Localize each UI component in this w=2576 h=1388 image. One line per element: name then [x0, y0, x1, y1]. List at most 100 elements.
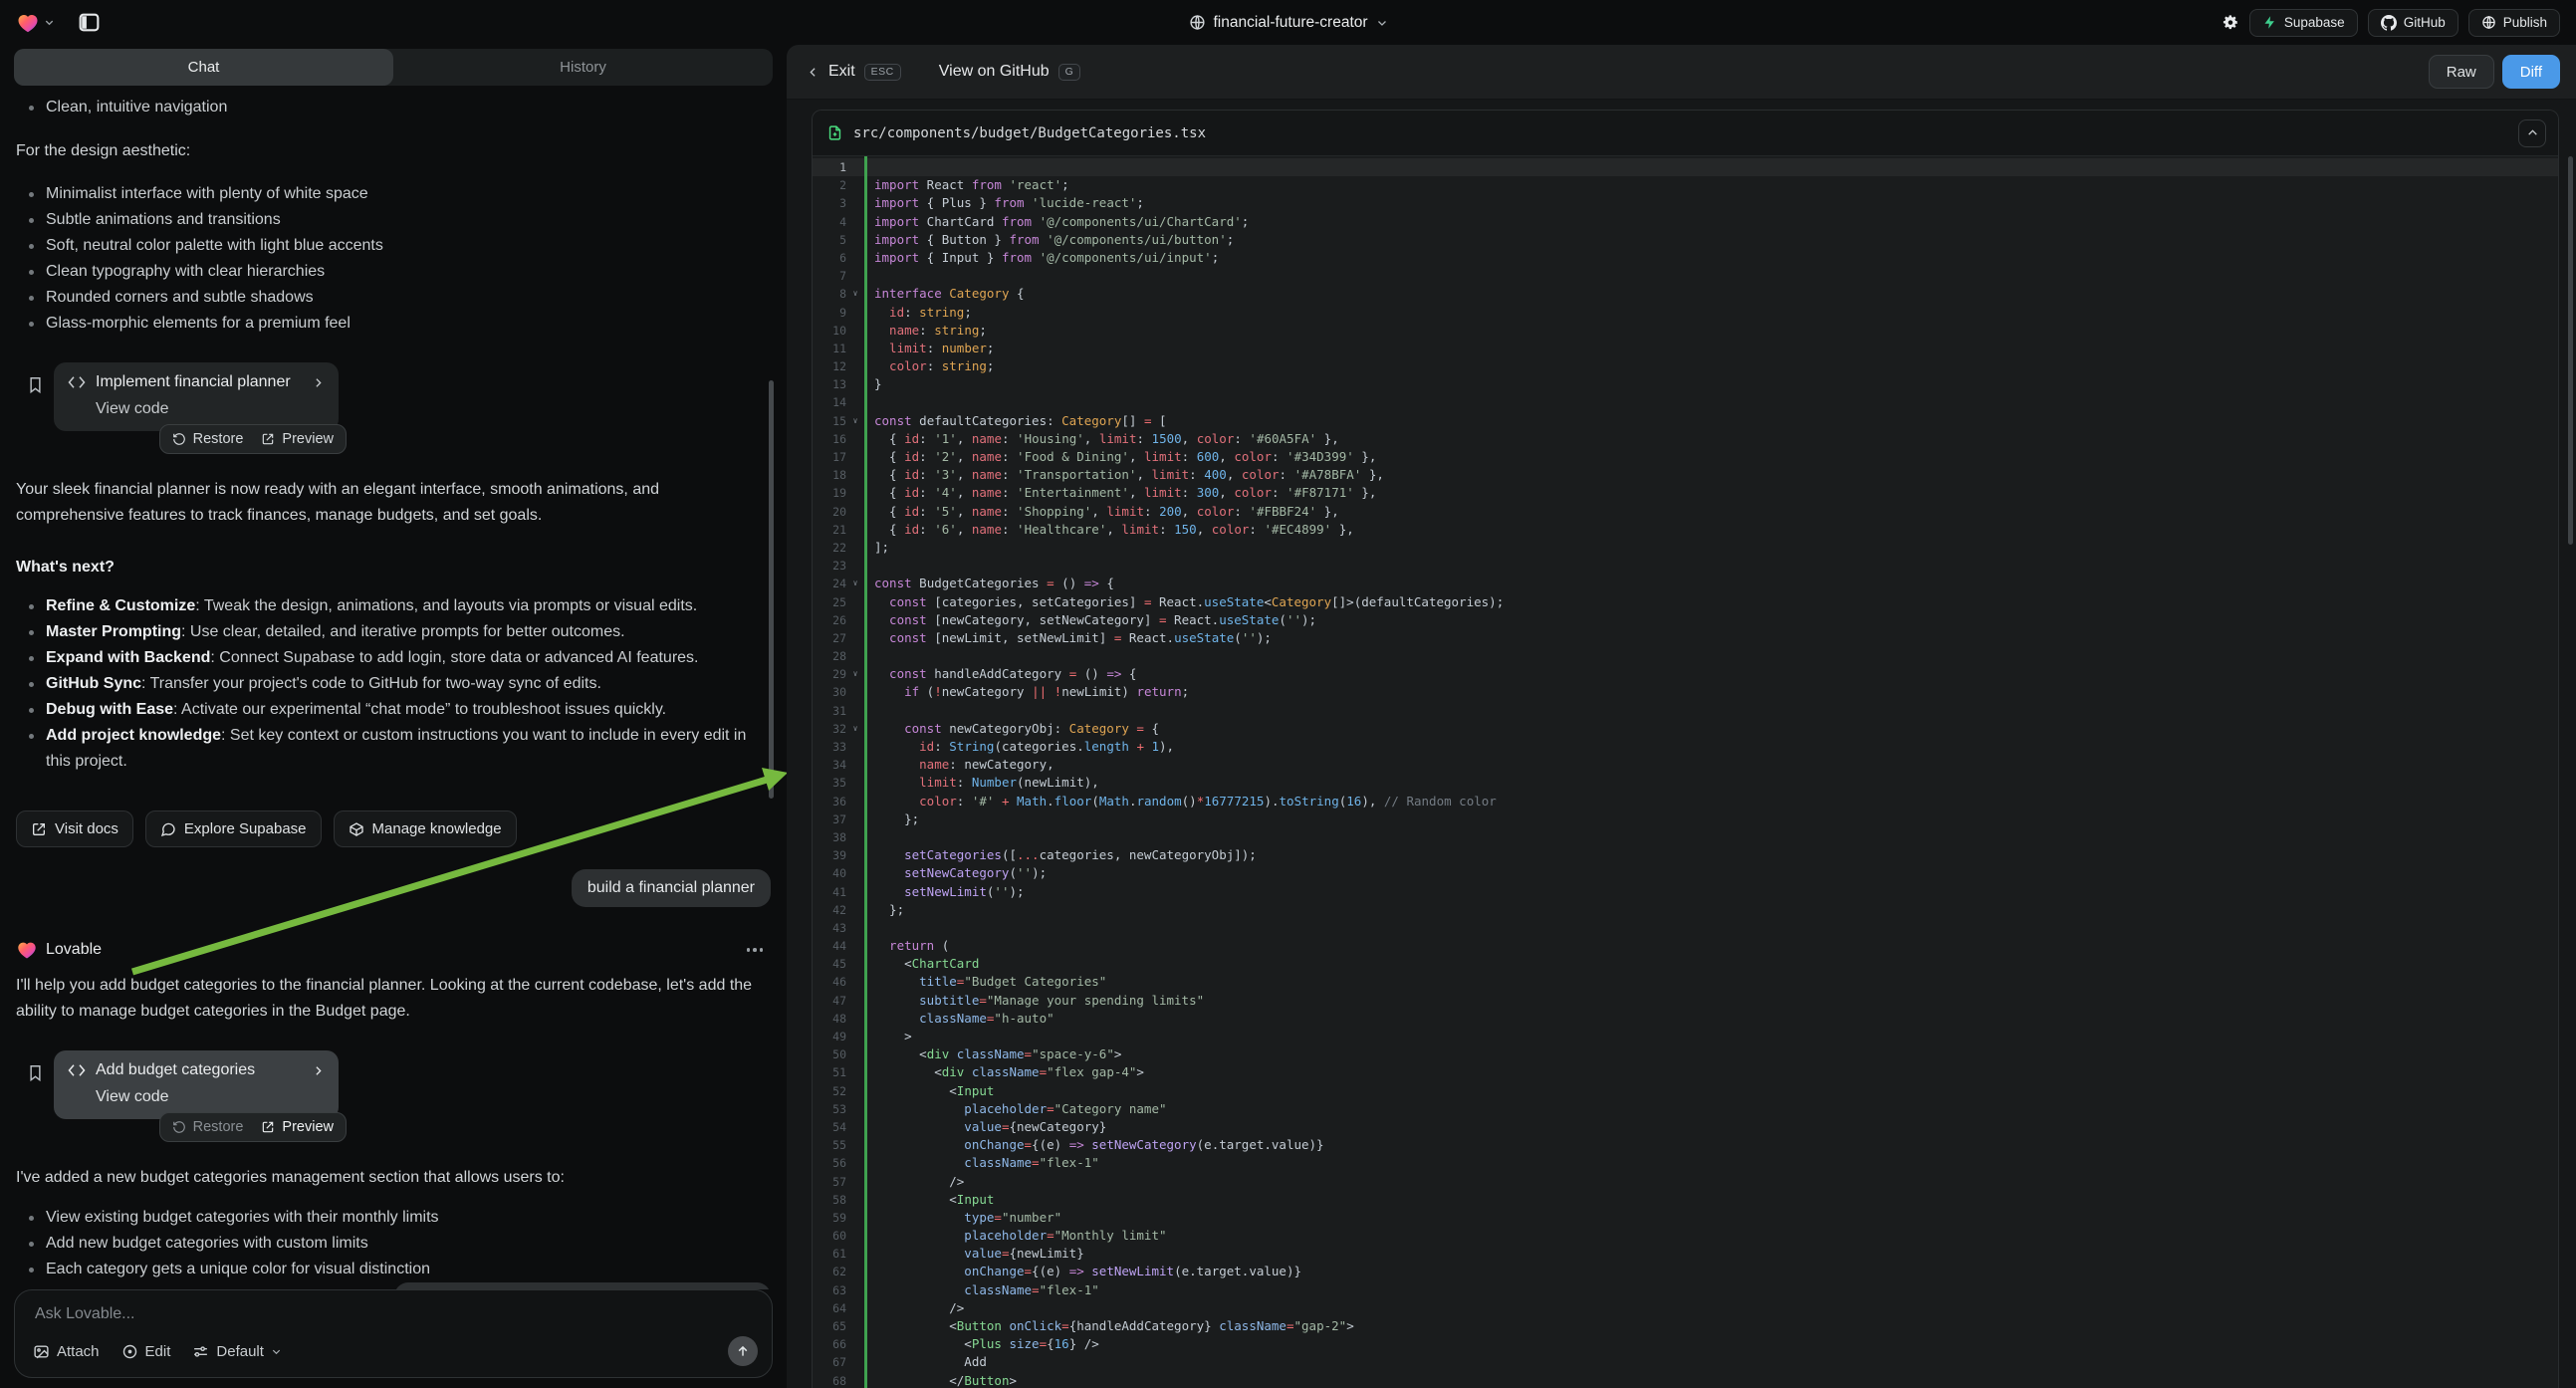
fold-spacer [846, 1227, 864, 1245]
code-text: { id: '3', name: 'Transportation', limit… [864, 466, 1384, 484]
fold-toggle-icon[interactable]: ∨ [846, 665, 864, 683]
view-on-github-button[interactable]: View on GitHub G [939, 63, 1081, 81]
message-menu-icon[interactable] [747, 948, 764, 952]
code-line: 3import { Plus } from 'lucide-react'; [813, 194, 2558, 212]
chevron-up-icon [2526, 126, 2539, 139]
bullet-item: Rounded corners and subtle shadows [46, 285, 771, 311]
visit-docs-button[interactable]: Visit docs [16, 810, 133, 847]
collapse-file-button[interactable] [2518, 119, 2546, 147]
line-number: 40 [813, 864, 846, 882]
fold-spacer [846, 375, 864, 393]
restore-button[interactable]: Restore [172, 1119, 244, 1135]
sidebar-toggle-button[interactable] [77, 10, 102, 35]
settings-button[interactable] [2219, 12, 2239, 33]
chat-composer[interactable]: Ask Lovable... Attach Edit Default [14, 1289, 773, 1378]
diff-toggle-button[interactable]: Diff [2502, 55, 2560, 89]
fold-toggle-icon[interactable]: ∨ [846, 285, 864, 303]
code-text: import React from 'react'; [864, 176, 1069, 194]
fold-toggle-icon[interactable]: ∨ [846, 720, 864, 738]
code-line: 40 setNewCategory(''); [813, 864, 2558, 882]
code-text: }; [864, 901, 904, 919]
version-card-add-budget-categories[interactable]: Add budget categories View code Restore … [54, 1050, 339, 1119]
chat-bubble-icon [160, 821, 176, 837]
explore-supabase-button[interactable]: Explore Supabase [145, 810, 322, 847]
restore-label: Restore [193, 431, 244, 447]
lovable-heart-icon [16, 939, 38, 961]
publish-button[interactable]: Publish [2468, 9, 2560, 37]
send-button[interactable] [728, 1336, 758, 1366]
view-code-link[interactable]: View code [96, 1088, 325, 1106]
bookmark-icon[interactable] [26, 374, 45, 395]
globe-icon [1188, 14, 1205, 31]
code-line: 30 if (!newCategory || !newLimit) return… [813, 683, 2558, 701]
fold-spacer [846, 1045, 864, 1063]
preview-button[interactable]: Preview [261, 431, 334, 447]
exit-button[interactable]: Exit ESC [807, 63, 901, 81]
code-text: title="Budget Categories" [864, 973, 1106, 991]
assistant-paragraph: Your sleek financial planner is now read… [16, 477, 771, 529]
code-text: import ChartCard from '@/components/ui/C… [864, 213, 1249, 231]
code-line: 44 return ( [813, 937, 2558, 955]
fold-toggle-icon[interactable]: ∨ [846, 575, 864, 592]
code-line: 60 placeholder="Monthly limit" [813, 1227, 2558, 1245]
code-text: <Plus size={16} /> [864, 1335, 1099, 1353]
code-line: 66 <Plus size={16} /> [813, 1335, 2558, 1353]
code-line: 25 const [categories, setCategories] = R… [813, 593, 2558, 611]
code-text: name: newCategory, [864, 756, 1054, 774]
edit-button[interactable]: Edit [121, 1343, 171, 1360]
view-on-github-label: View on GitHub [939, 63, 1050, 81]
fold-spacer [846, 1191, 864, 1209]
view-code-link[interactable]: View code [96, 400, 325, 418]
code-text: ]; [864, 539, 889, 557]
line-number: 11 [813, 340, 846, 357]
line-number: 30 [813, 683, 846, 701]
fold-spacer [846, 774, 864, 792]
attach-image-icon [33, 1343, 50, 1360]
code-line: 45 <ChartCard [813, 955, 2558, 973]
code-text: import { Plus } from 'lucide-react'; [864, 194, 1144, 212]
project-switcher[interactable]: financial-future-creator [1188, 14, 1387, 32]
line-number: 35 [813, 774, 846, 792]
tab-history[interactable]: History [393, 49, 773, 86]
line-number: 22 [813, 539, 846, 557]
code-text: name: string; [864, 322, 987, 340]
chat-scrollbar[interactable] [769, 380, 774, 799]
supabase-button[interactable]: Supabase [2249, 9, 2358, 37]
mode-selector[interactable]: Default [192, 1343, 282, 1360]
arrow-up-icon [736, 1344, 750, 1358]
version-card-row: Implement financial planner View code Re… [26, 362, 771, 431]
attach-button[interactable]: Attach [33, 1343, 100, 1360]
code-line: 49 > [813, 1028, 2558, 1045]
code-line: 64 /> [813, 1299, 2558, 1317]
code-line: 52 <Input [813, 1082, 2558, 1100]
edit-label: Edit [145, 1343, 171, 1360]
line-number: 62 [813, 1263, 846, 1280]
code-line: 43 [813, 919, 2558, 937]
fold-spacer [846, 1209, 864, 1227]
restore-button[interactable]: Restore [172, 431, 244, 447]
file-header[interactable]: src/components/budget/BudgetCategories.t… [813, 111, 2558, 156]
fold-spacer [846, 340, 864, 357]
suggested-actions: Visit docs Explore Supabase Manage knowl… [16, 810, 771, 847]
github-button[interactable]: GitHub [2368, 9, 2459, 37]
code-text: const defaultCategories: Category[] = [ [864, 412, 1167, 430]
preview-label: Preview [282, 431, 334, 447]
fold-toggle-icon[interactable]: ∨ [846, 412, 864, 430]
code-text: { id: '1', name: 'Housing', limit: 1500,… [864, 430, 1339, 448]
preview-label: Preview [282, 1119, 334, 1135]
preview-button[interactable]: Preview [261, 1119, 334, 1135]
g-kbd-badge: G [1058, 64, 1081, 81]
fold-spacer [846, 738, 864, 756]
fold-spacer [846, 1118, 864, 1136]
fold-spacer [846, 304, 864, 322]
lovable-logo-menu[interactable] [16, 11, 55, 35]
code-text: { id: '5', name: 'Shopping', limit: 200,… [864, 503, 1339, 521]
manage-knowledge-button[interactable]: Manage knowledge [334, 810, 517, 847]
tab-chat[interactable]: Chat [14, 49, 393, 86]
bookmark-icon[interactable] [26, 1062, 45, 1083]
fold-spacer [846, 846, 864, 864]
code-scrollbar[interactable] [2568, 156, 2573, 545]
version-card-implement-financial-planner[interactable]: Implement financial planner View code Re… [54, 362, 339, 431]
code-line: 15∨const defaultCategories: Category[] =… [813, 412, 2558, 430]
raw-toggle-button[interactable]: Raw [2429, 55, 2494, 89]
